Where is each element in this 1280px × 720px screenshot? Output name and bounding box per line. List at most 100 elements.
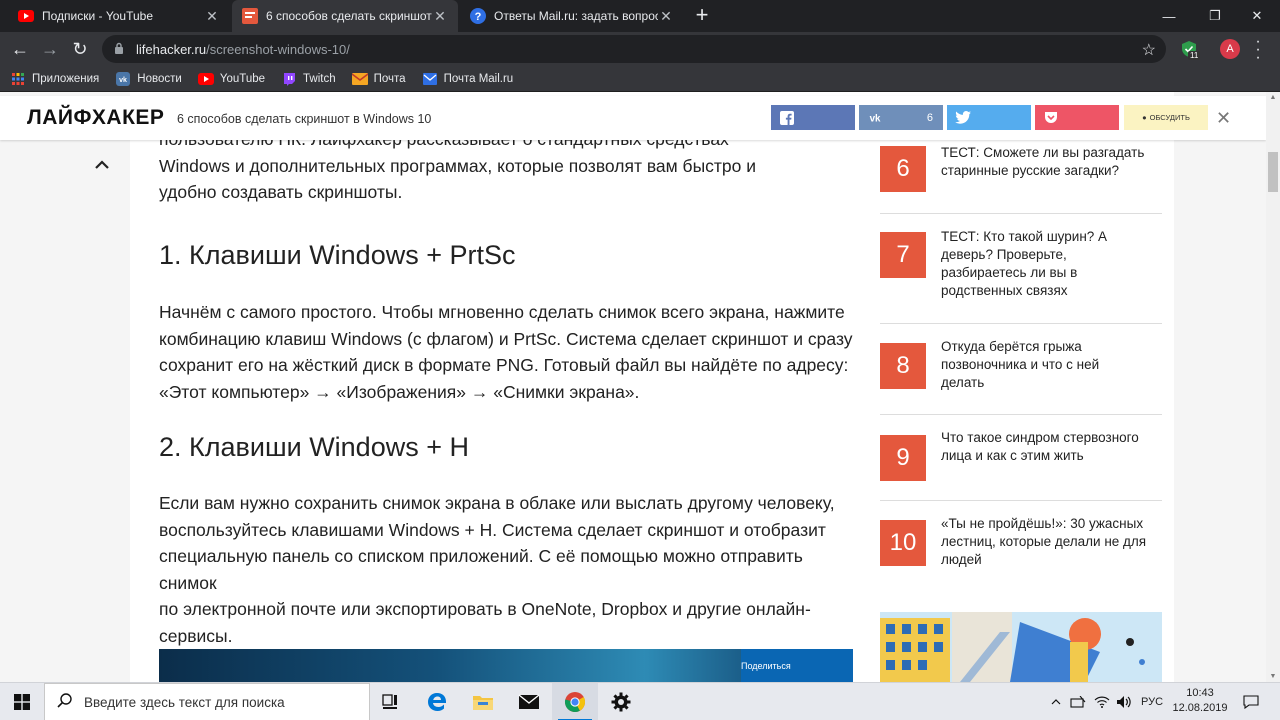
rank-number: 6: [880, 146, 926, 192]
pocket-save-button[interactable]: [1035, 105, 1119, 130]
text-line: Откуда берётся грыжа: [941, 339, 1082, 354]
promo-illustration[interactable]: [880, 612, 1162, 682]
vk-icon: vk: [115, 71, 131, 87]
divider: [880, 500, 1162, 501]
network-status-icon[interactable]: [1068, 683, 1088, 720]
mail-icon: [351, 71, 368, 87]
input-language-indicator[interactable]: РУС: [1138, 683, 1166, 720]
close-tab-icon[interactable]: ✕: [204, 8, 220, 25]
bookmark-youtube[interactable]: YouTube: [197, 71, 265, 87]
extension-badge: 11: [1188, 51, 1201, 60]
share-count: 6: [926, 111, 933, 124]
article-body: пользователю ПК. Лайфхакер рассказывает …: [130, 92, 868, 682]
back-arrow-icon[interactable]: ←: [8, 37, 32, 61]
apps-grid-icon: [10, 71, 26, 87]
mail-app-icon[interactable]: [506, 683, 552, 720]
profile-avatar[interactable]: A: [1220, 39, 1240, 59]
popular-sidebar: 6 ТЕСТ: Сможете ли вы разгадать старинны…: [868, 92, 1174, 682]
text-line: Начнём с самого простого. Чтобы мгновенн…: [159, 302, 845, 322]
rank-number: 7: [880, 232, 926, 278]
divider: [880, 323, 1162, 324]
youtube-icon: [197, 71, 214, 87]
text-line: родственных связях: [941, 283, 1068, 298]
address-bar[interactable]: lifehacker.ru/screenshot-windows-10/ ☆: [102, 35, 1166, 63]
bookmark-mail[interactable]: Почта: [351, 71, 406, 87]
text-line: лестниц, которые делали не для: [941, 534, 1147, 549]
twitter-share-button[interactable]: [947, 105, 1031, 130]
sidebar-item-title[interactable]: Откуда берётся грыжа позвоночника и что …: [941, 338, 1163, 392]
notifications-icon[interactable]: [1236, 683, 1266, 720]
close-icon[interactable]: ✕: [1216, 108, 1231, 129]
discuss-button[interactable]: ● ОБСУДИТЬ: [1124, 105, 1208, 130]
task-view-icon[interactable]: [367, 683, 413, 720]
bookmark-label: Приложения: [32, 72, 100, 85]
sidebar-item-title[interactable]: «Ты не пройдёшь!»: 30 ужасных лестниц, к…: [941, 515, 1163, 569]
facebook-share-button[interactable]: [771, 105, 855, 130]
sidebar-item-title[interactable]: ТЕСТ: Сможете ли вы разгадать старинные …: [941, 144, 1163, 180]
mailru-answers-icon: ?: [470, 8, 486, 24]
text-line: комбинацию клавиш Windows (с флагом) и P…: [159, 328, 853, 349]
share-panel-label: Поделиться: [741, 661, 791, 671]
sidebar-item-title[interactable]: ТЕСТ: Кто такой шурин? А деверь? Проверь…: [941, 228, 1163, 300]
wifi-icon[interactable]: [1092, 683, 1112, 720]
tab-title: Подписки - YouTube: [42, 9, 154, 23]
edge-browser-icon[interactable]: [414, 683, 460, 720]
sidebar-item-title[interactable]: Что такое синдром стервозного лица и как…: [941, 429, 1163, 465]
rank-number: 9: [880, 435, 926, 481]
forward-arrow-icon[interactable]: →: [38, 37, 62, 61]
chevron-up-icon[interactable]: [1046, 683, 1066, 720]
bookmark-apps[interactable]: Приложения: [10, 71, 99, 87]
site-logo[interactable]: ЛАЙФХАКЕР: [27, 106, 164, 130]
file-explorer-icon[interactable]: [460, 683, 506, 720]
close-tab-icon[interactable]: ✕: [658, 8, 674, 25]
bookmark-mailru[interactable]: Почта Mail.ru: [422, 71, 514, 87]
text-line: удобно создавать скриншоты.: [159, 182, 403, 202]
chrome-browser-icon[interactable]: [552, 683, 598, 720]
web-page: пользователю ПК. Лайфхакер рассказывает …: [0, 92, 1266, 682]
tab-strip: Подписки - YouTube ✕ 6 способов сделать …: [0, 0, 1280, 32]
reload-icon[interactable]: ↻: [68, 37, 92, 61]
text-line: лица и как с этим жить: [941, 448, 1084, 463]
volume-icon[interactable]: [1114, 683, 1134, 720]
scroll-down-arrow-icon[interactable]: ▼: [1266, 673, 1280, 680]
twitter-icon: [955, 110, 971, 126]
text-line: сохранит его на жёсткий диск в формате P…: [159, 355, 849, 375]
section-heading-2: 2. Клавиши Windows + H: [159, 432, 469, 462]
vk-share-button[interactable]: vk 6: [859, 105, 943, 130]
lock-icon: [114, 42, 126, 57]
text-line: «Этот компьютер» → «Изображения» → «Сним…: [159, 381, 640, 402]
tab-lifehacker[interactable]: 6 способов сделать скриншот в ✕: [232, 0, 458, 32]
taskbar-search-box[interactable]: Введите здесь текст для поиска: [44, 683, 370, 720]
bookmark-twitch[interactable]: Twitch: [281, 71, 336, 87]
minimize-button[interactable]: —: [1146, 0, 1192, 32]
rank-number: 10: [880, 520, 926, 566]
text-line: Если вам нужно сохранить снимок экрана в…: [159, 493, 835, 513]
menu-dots-icon[interactable]: · · ·: [1252, 34, 1264, 66]
tab-youtube[interactable]: Подписки - YouTube ✕: [8, 0, 230, 32]
header-article-title: 6 способов сделать скриншот в Windows 10: [177, 112, 432, 126]
scrollbar-thumb[interactable]: [1268, 152, 1278, 192]
scroll-up-arrow-icon[interactable]: ▲: [1266, 94, 1280, 101]
divider: [880, 414, 1162, 415]
divider: [880, 213, 1162, 214]
bookmark-star-icon[interactable]: ☆: [1142, 40, 1156, 60]
svg-text:vk: vk: [870, 113, 881, 123]
close-tab-icon[interactable]: ✕: [432, 8, 448, 25]
text-line: по электронной почте или экспортировать …: [159, 599, 811, 619]
windows-start-icon[interactable]: [0, 683, 44, 720]
maximize-button[interactable]: ❐: [1192, 0, 1238, 32]
tab-mailru-answers[interactable]: ? Ответы Mail.ru: задать вопрос ✕: [460, 0, 684, 32]
new-tab-button[interactable]: +: [690, 4, 714, 28]
bookmark-label: Почта Mail.ru: [443, 72, 514, 85]
windows-taskbar: Введите здесь текст для поиска РУС 10:43…: [0, 682, 1280, 720]
clock-date: 12.08.2019: [1172, 702, 1228, 714]
mailru-icon: [422, 71, 438, 87]
text-line: сервисы.: [159, 625, 233, 646]
bookmark-news[interactable]: vk Новости: [115, 71, 182, 87]
svg-text:?: ?: [475, 11, 482, 23]
close-window-button[interactable]: ✕: [1234, 0, 1280, 32]
chevron-up-icon[interactable]: [94, 154, 110, 175]
page-scrollbar[interactable]: ▲ ▼: [1266, 92, 1280, 682]
taskbar-clock[interactable]: 10:43 12.08.2019: [1170, 686, 1230, 716]
settings-gear-icon[interactable]: [598, 683, 644, 720]
